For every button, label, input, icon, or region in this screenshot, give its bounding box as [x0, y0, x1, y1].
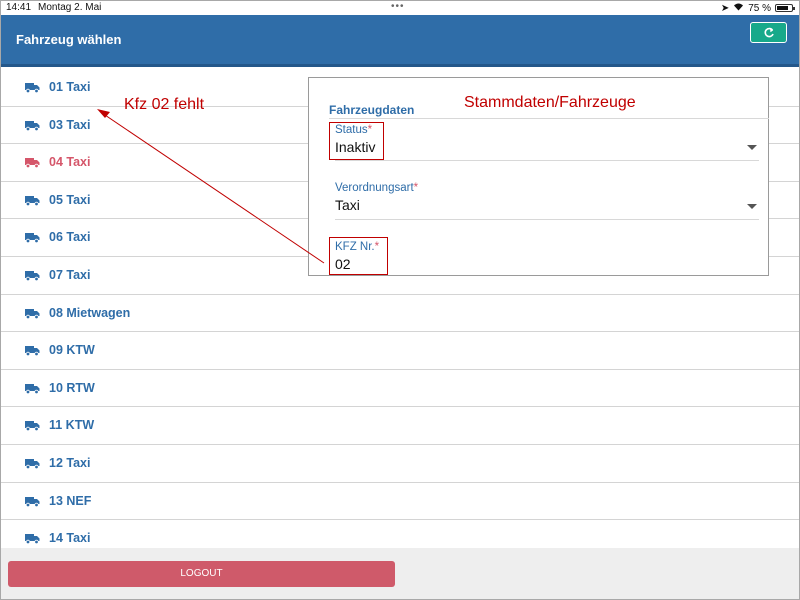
truck-icon	[25, 83, 40, 93]
vehicle-label: 06 Taxi	[49, 230, 91, 245]
truck-icon	[25, 233, 40, 244]
battery-icon	[775, 4, 795, 12]
chevron-down-icon	[747, 204, 757, 209]
status-bar: 14:41 Montag 2. Mai ••• ➤ 75 %	[1, 1, 799, 15]
logout-button[interactable]: LOGOUT	[8, 561, 395, 587]
panel-title: Fahrzeugdaten	[329, 103, 415, 117]
status-right: ➤ 75 %	[720, 2, 795, 14]
truck-icon	[25, 195, 40, 206]
vehicle-label: 01 Taxi	[49, 80, 91, 94]
truck-icon	[25, 158, 40, 169]
truck-icon	[25, 458, 40, 469]
refresh-icon	[763, 27, 774, 38]
truck-icon	[25, 383, 40, 394]
vehicle-label: 10 RTW	[49, 380, 95, 395]
kfz-highlight-box	[329, 237, 388, 275]
vehicle-list-item[interactable]: 11 KTW	[1, 407, 799, 445]
status-date: Montag 2. Mai	[38, 2, 102, 13]
truck-icon	[25, 270, 40, 281]
kfz-nr-value: 02	[335, 256, 351, 272]
battery-percent: 75 %	[748, 2, 771, 14]
bottom-bar: LOGOUT	[1, 548, 799, 599]
vehicle-label: 09 KTW	[49, 343, 95, 358]
verordnungsart-field[interactable]: Verordnungsart* Taxi	[335, 182, 759, 220]
vehicle-label: 03 Taxi	[49, 117, 91, 132]
kfz-nr-label: KFZ Nr.*	[335, 241, 380, 253]
truck-icon	[25, 308, 40, 319]
vehicle-label: 07 Taxi	[49, 267, 91, 282]
vehicle-label: 08 Mietwagen	[49, 305, 131, 320]
status-field[interactable]: Status* Inaktiv	[335, 124, 759, 161]
verordnungsart-value: Taxi	[335, 197, 360, 213]
status-highlight-box	[329, 122, 384, 160]
overlay-annotation-title: Stammdaten/Fahrzeuge	[464, 94, 636, 111]
vehicle-label: 04 Taxi	[49, 155, 91, 170]
truck-icon	[25, 346, 40, 357]
verordnungsart-label: Verordnungsart*	[335, 182, 419, 194]
vehicle-list-item[interactable]: 08 Mietwagen	[1, 295, 799, 333]
truck-icon	[25, 496, 40, 507]
app-screen: 14:41 Montag 2. Mai ••• ➤ 75 % Fahrzeug …	[0, 0, 800, 600]
vehicle-label: 05 Taxi	[49, 192, 91, 207]
refresh-button[interactable]	[750, 22, 787, 43]
status-time: 14:41	[6, 2, 32, 13]
vehicle-data-panel: Fahrzeugdaten Stammdaten/Fahrzeuge Statu…	[308, 77, 769, 276]
kfz-nr-field[interactable]: KFZ Nr.* 02	[335, 241, 759, 272]
multitasking-dots-icon[interactable]: •••	[391, 1, 405, 12]
wifi-icon	[733, 2, 744, 14]
vehicle-list-item[interactable]: 13 NEF	[1, 483, 799, 521]
vehicle-label: 13 NEF	[49, 493, 92, 508]
truck-icon	[25, 120, 40, 131]
truck-icon	[25, 534, 40, 545]
status-label: Status*	[335, 124, 373, 136]
panel-divider	[329, 118, 769, 119]
missing-vehicle-note: Kfz 02 fehlt	[124, 96, 205, 113]
vehicle-label: 14 Taxi	[49, 531, 91, 546]
vehicle-label: 11 KTW	[49, 418, 95, 433]
page-title: Fahrzeug wählen	[16, 32, 122, 47]
vehicle-list-item[interactable]: 12 Taxi	[1, 445, 799, 483]
vehicle-list-item[interactable]: 09 KTW	[1, 332, 799, 370]
status-value: Inaktiv	[335, 139, 376, 155]
truck-icon	[25, 421, 40, 432]
vehicle-list-item[interactable]: 10 RTW	[1, 370, 799, 408]
chevron-down-icon	[747, 145, 757, 150]
location-icon: ➤	[720, 2, 730, 14]
vehicle-label: 12 Taxi	[49, 455, 91, 470]
app-header: Fahrzeug wählen	[1, 15, 799, 67]
